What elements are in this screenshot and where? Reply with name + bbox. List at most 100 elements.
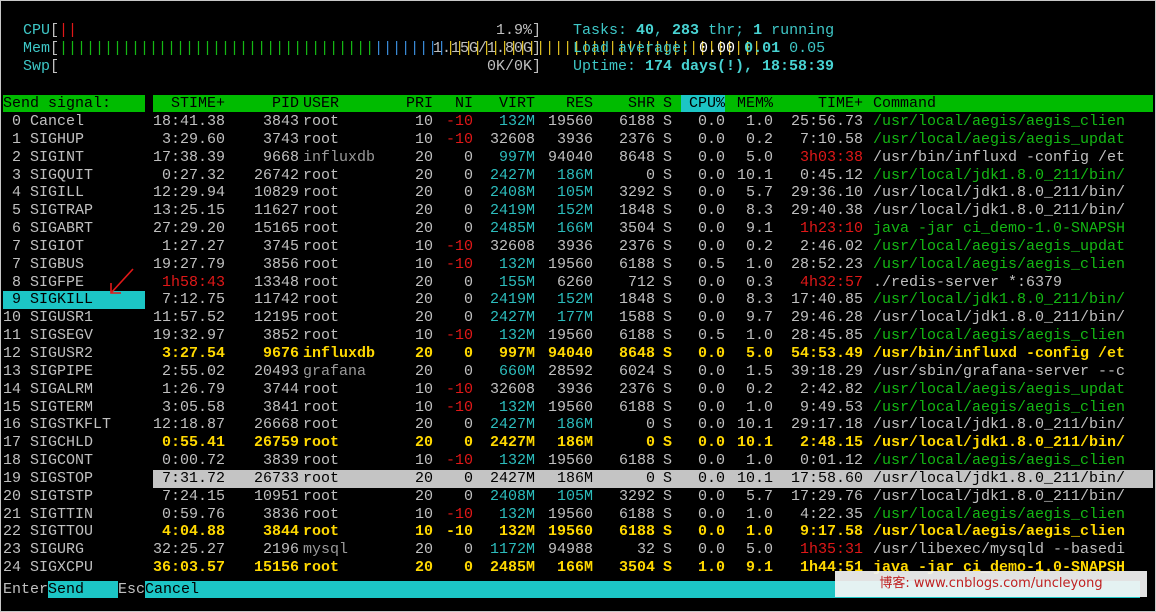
col-shr[interactable]: SHR	[599, 95, 655, 112]
signal-item[interactable]: 5 SIGTRAP	[3, 202, 145, 220]
cancel-button[interactable]: Cancel	[145, 581, 200, 598]
process-cell-pid: 26668	[253, 416, 299, 434]
process-row[interactable]: 1:27.27 3745 root 10 -10 32608 3936 2376 S 0.0 0.2…	[153, 238, 1153, 256]
col-cpu-sorted[interactable]: CPU%	[681, 95, 725, 112]
process-row[interactable]: 11:57.52 12195 root 20 0 2427M 177M 1588 S 0.0 9.7…	[153, 309, 1153, 327]
process-cell-pid: 9668	[262, 148, 299, 166]
signal-item[interactable]: 4 SIGILL	[3, 184, 145, 202]
process-cell-cmd: /usr/local/jdk1.8.0_211/bin/	[873, 309, 1126, 327]
process-cell-shr: 6188	[618, 452, 655, 470]
signal-item[interactable]: 0 Cancel	[3, 113, 145, 131]
process-cell-cpu: 0.5	[697, 255, 725, 273]
process-row[interactable]: 3:29.60 3743 root 10 -10 32608 3936 2376 S 0.0 0.2…	[153, 131, 1153, 149]
signal-item[interactable]: 18 SIGCONT	[3, 452, 145, 470]
process-cell-res: 19560	[547, 255, 593, 273]
signal-item[interactable]: 1 SIGHUP	[3, 131, 145, 149]
col-ni[interactable]: NI	[443, 95, 473, 112]
process-row[interactable]: 19:32.97 3852 root 10 -10 132M 19560 6188 S 0.5 1.…	[153, 327, 1153, 345]
process-row[interactable]: 19:27.79 3856 root 10 -10 132M 19560 6188 S 0.5 1.…	[153, 256, 1153, 274]
process-row[interactable]: 32:25.27 2196 mysql 20 0 1172M 94988 32 S 0.0 5.0 1…	[153, 541, 1153, 559]
process-cell-time: 2:46.02	[799, 237, 863, 255]
process-cell-user: root	[303, 505, 340, 523]
col-time[interactable]: TIME+	[783, 95, 863, 112]
signal-item[interactable]: 23 SIGURG	[3, 541, 145, 559]
process-list[interactable]: 18:41.38 3843 root 10 -10 132M 19560 6188 S 0.0 1.…	[153, 113, 1153, 577]
process-cell-shr: 1588	[618, 309, 655, 327]
process-row[interactable]: 7:12.75 11742 root 20 0 2419M 152M 1848 S 0.0 8.3 1…	[153, 291, 1153, 309]
signal-item[interactable]: 7 SIGIOT	[3, 238, 145, 256]
process-cell-cpu: 0.0	[697, 309, 725, 327]
signal-item[interactable]: 16 SIGSTKFLT	[3, 416, 145, 434]
col-stime[interactable]: STIME+	[153, 95, 225, 112]
process-cell-cmd: /usr/local/jdk1.8.0_211/bin/	[873, 469, 1126, 487]
process-cell-s: S	[663, 398, 673, 416]
signal-item[interactable]: 21 SIGTTIN	[3, 506, 145, 524]
signal-item[interactable]: 15 SIGTERM	[3, 399, 145, 417]
process-cell-res: 3936	[556, 237, 593, 255]
col-command[interactable]: Command	[873, 95, 936, 112]
process-row[interactable]: 2:55.02 20493 grafana 20 0 660M 28592 6024 S 0.0 1…	[153, 363, 1153, 381]
process-cell-shr: 2376	[618, 380, 655, 398]
process-row[interactable]: 0:27.32 26742 root 20 0 2427M 186M 0 S 0.0 10.1 0:4…	[153, 167, 1153, 185]
signal-item[interactable]: 3 SIGQUIT	[3, 167, 145, 185]
process-row[interactable]: 3:27.54 9676 influxdb 20 0 997M 94040 8648 S 0.0 5…	[153, 345, 1153, 363]
process-row[interactable]: 7:24.15 10951 root 20 0 2408M 105M 3292 S 0.0 5.7 1…	[153, 488, 1153, 506]
process-row[interactable]: 1:26.79 3744 root 10 -10 32608 3936 2376 S 0.0 0.2…	[153, 381, 1153, 399]
process-row[interactable]: 12:29.94 10829 root 20 0 2408M 105M 3292 S 0.0 5.7…	[153, 184, 1153, 202]
signal-item[interactable]: 24 SIGXCPU	[3, 559, 145, 577]
send-button[interactable]: Send	[48, 581, 119, 598]
process-row[interactable]: 0:59.76 3836 root 10 -10 132M 19560 6188 S 0.0 1.0…	[153, 506, 1153, 524]
signal-item[interactable]: 6 SIGABRT	[3, 220, 145, 238]
stats-panel: Tasks: 40, 283 thr; 1 running Load avera…	[573, 22, 834, 76]
process-row[interactable]: 1h58:43 13348 root 20 0 155M 6260 712 S 0.0 0.3 4h3…	[153, 274, 1153, 292]
process-cell-s: S	[663, 202, 673, 220]
process-cell-mem: 1.0	[745, 113, 773, 130]
process-row[interactable]: 0:55.41 26759 root 20 0 2427M 186M 0 S 0.0 10.1 2:4…	[153, 434, 1153, 452]
process-row[interactable]: 12:18.87 26668 root 20 0 2427M 186M 0 S 0.0 10.1 29…	[153, 416, 1153, 434]
col-virt[interactable]: VIRT	[485, 95, 535, 112]
process-cell-mem: 5.7	[745, 487, 773, 505]
process-cell-time: 28:45.85	[790, 327, 863, 345]
process-cell-virt: 132M	[498, 523, 535, 541]
process-cell-shr: 6188	[618, 327, 655, 345]
col-pid[interactable]: PID	[249, 95, 299, 112]
signal-item[interactable]: 12 SIGUSR2	[3, 345, 145, 363]
process-row[interactable]: 27:29.20 15165 root 20 0 2485M 166M 3504 S 0.0 9.1…	[153, 220, 1153, 238]
process-row[interactable]: 7:31.72 26733 root 20 0 2427M 186M 0 S 0.0 10.1 17:…	[153, 469, 1153, 488]
col-res[interactable]: RES	[541, 95, 593, 112]
process-cell-cpu: 0.0	[697, 541, 725, 559]
process-cell-virt: 132M	[498, 452, 535, 470]
signal-item[interactable]: 11 SIGSEGV	[3, 327, 145, 345]
signal-item[interactable]: 20 SIGTSTP	[3, 488, 145, 506]
process-row[interactable]: 4:04.88 3844 root 10 -10 132M 19560 6188 S 0.0 1.0…	[153, 523, 1153, 541]
signal-item[interactable]: 14 SIGALRM	[3, 381, 145, 399]
process-row[interactable]: 17:38.39 9668 influxdb 20 0 997M 94040 8648 S 0.0…	[153, 149, 1153, 167]
process-cell-stime: 32:25.27	[153, 541, 225, 559]
meters-panel: CPU[|| 1.9%] Mem[||||||||||||||||||||||||…	[23, 22, 762, 76]
process-cell-cmd: /usr/local/jdk1.8.0_211/bin/	[873, 184, 1126, 202]
process-cell-user: mysql	[303, 541, 349, 559]
process-cell-stime: 18:41.38	[153, 113, 225, 130]
process-cell-user: root	[303, 309, 340, 327]
process-cell-virt: 132M	[498, 255, 535, 273]
signal-item[interactable]: 22 SIGTTOU	[3, 523, 145, 541]
process-row[interactable]: 13:25.15 11627 root 20 0 2419M 152M 1848 S 0.0 8.3…	[153, 202, 1153, 220]
col-user[interactable]: USER	[303, 95, 339, 112]
col-s[interactable]: S	[663, 95, 672, 112]
process-cell-shr: 6188	[618, 505, 655, 523]
col-pri[interactable]: PRI	[397, 95, 433, 112]
signal-item[interactable]: 19 SIGSTOP	[3, 470, 145, 488]
signal-item[interactable]: 13 SIGPIPE	[3, 363, 145, 381]
process-cell-stime: 1:27.27	[161, 237, 225, 255]
signal-item[interactable]: 10 SIGUSR1	[3, 309, 145, 327]
col-mem[interactable]: MEM%	[727, 95, 773, 112]
process-cell-s: S	[663, 273, 673, 291]
process-row[interactable]: 3:05.58 3841 root 10 -10 132M 19560 6188 S 0.0 1.0…	[153, 399, 1153, 417]
signal-item[interactable]: 2 SIGINT	[3, 149, 145, 167]
signal-list[interactable]: 0 Cancel 1 SIGHUP 2 SIGINT 3 SIGQUIT 4 S…	[3, 113, 145, 577]
mem-meter: Mem[||||||||||||||||||||||||||||||||||||…	[23, 40, 762, 57]
process-cell-cmd: /usr/libexec/mysqld --basedi	[873, 541, 1126, 559]
process-row[interactable]: 18:41.38 3843 root 10 -10 132M 19560 6188 S 0.0 1.…	[153, 113, 1153, 131]
signal-item[interactable]: 17 SIGCHLD	[3, 434, 145, 452]
process-row[interactable]: 0:00.72 3839 root 10 -10 132M 19560 6188 S 0.0 1.0…	[153, 452, 1153, 470]
